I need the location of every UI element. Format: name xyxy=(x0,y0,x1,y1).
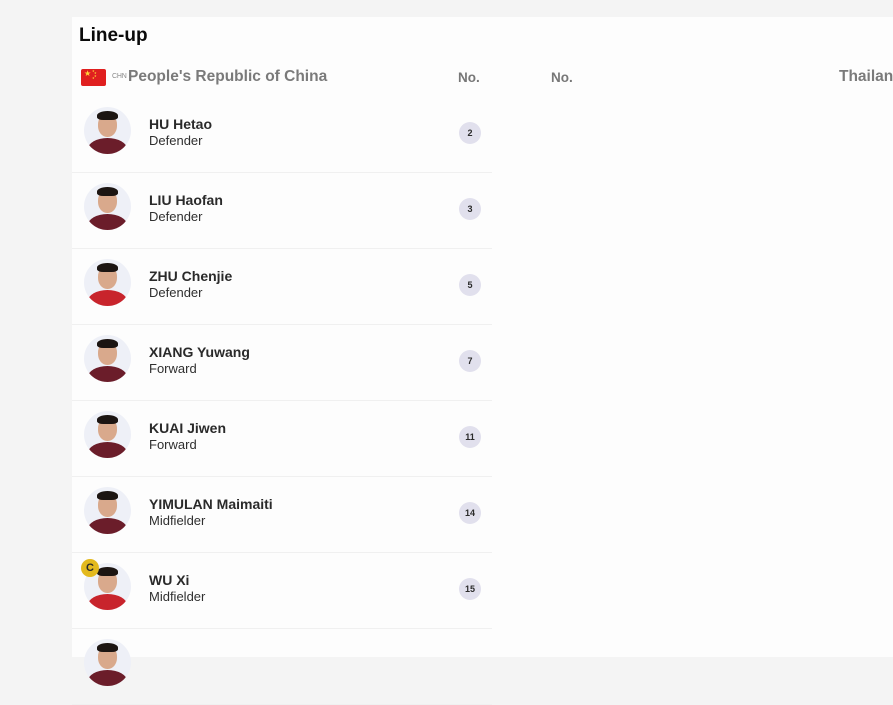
player-number-badge: 11 xyxy=(459,426,481,448)
lineup-panel: Line-up ★ ★ ★ ★ ★ CHN People's Republic … xyxy=(72,17,893,705)
home-team-name[interactable]: People's Republic of China xyxy=(128,68,327,86)
player-name[interactable]: HU Hetao xyxy=(149,116,212,132)
player-row[interactable] xyxy=(72,629,492,705)
player-name[interactable]: LIU Haofan xyxy=(149,192,223,208)
team-header-row: ★ ★ ★ ★ ★ CHN People's Republic of China… xyxy=(72,67,893,89)
player-position: Midfielder xyxy=(149,513,206,528)
home-number-header: No. xyxy=(458,70,480,85)
player-list: HU Hetao Defender 2 LIU Haofan Defender 3 … xyxy=(72,97,492,705)
player-avatar xyxy=(84,107,131,154)
player-number-badge: 15 xyxy=(459,578,481,600)
player-avatar xyxy=(84,259,131,306)
player-row[interactable]: YIMULAN Maimaiti Midfielder 14 xyxy=(72,477,492,553)
china-flag-icon: ★ ★ ★ ★ ★ xyxy=(81,69,106,86)
player-name[interactable]: ZHU Chenjie xyxy=(149,268,232,284)
player-row[interactable]: LIU Haofan Defender 3 xyxy=(72,173,492,249)
captain-badge: C xyxy=(81,559,99,577)
player-row[interactable]: XIANG Yuwang Forward 7 xyxy=(72,325,492,401)
player-row[interactable]: C WU Xi Midfielder 15 xyxy=(72,553,492,629)
player-name[interactable]: YIMULAN Maimaiti xyxy=(149,496,273,512)
player-position: Defender xyxy=(149,133,203,148)
section-title: Line-up xyxy=(79,25,148,46)
player-row[interactable]: HU Hetao Defender 2 xyxy=(72,97,492,173)
player-number-badge: 2 xyxy=(459,122,481,144)
player-avatar xyxy=(84,183,131,230)
player-avatar xyxy=(84,639,131,686)
player-number-badge: 7 xyxy=(459,350,481,372)
player-position: Defender xyxy=(149,209,203,224)
player-number-badge: 14 xyxy=(459,502,481,524)
player-position: Defender xyxy=(149,285,203,300)
player-position: Forward xyxy=(149,437,197,452)
player-number-badge: 3 xyxy=(459,198,481,220)
player-position: Midfielder xyxy=(149,589,206,604)
player-row[interactable]: KUAI Jiwen Forward 11 xyxy=(72,401,492,477)
player-row[interactable]: ZHU Chenjie Defender 5 xyxy=(72,249,492,325)
player-name[interactable]: XIANG Yuwang xyxy=(149,344,250,360)
away-team-name[interactable]: Thailan xyxy=(839,68,893,86)
player-name[interactable]: WU Xi xyxy=(149,572,189,588)
player-avatar xyxy=(84,335,131,382)
away-number-header: No. xyxy=(551,70,573,85)
player-name[interactable]: KUAI Jiwen xyxy=(149,420,226,436)
home-team-code: CHN xyxy=(112,73,127,80)
player-position: Forward xyxy=(149,361,197,376)
player-avatar xyxy=(84,487,131,534)
player-avatar xyxy=(84,411,131,458)
player-number-badge: 5 xyxy=(459,274,481,296)
